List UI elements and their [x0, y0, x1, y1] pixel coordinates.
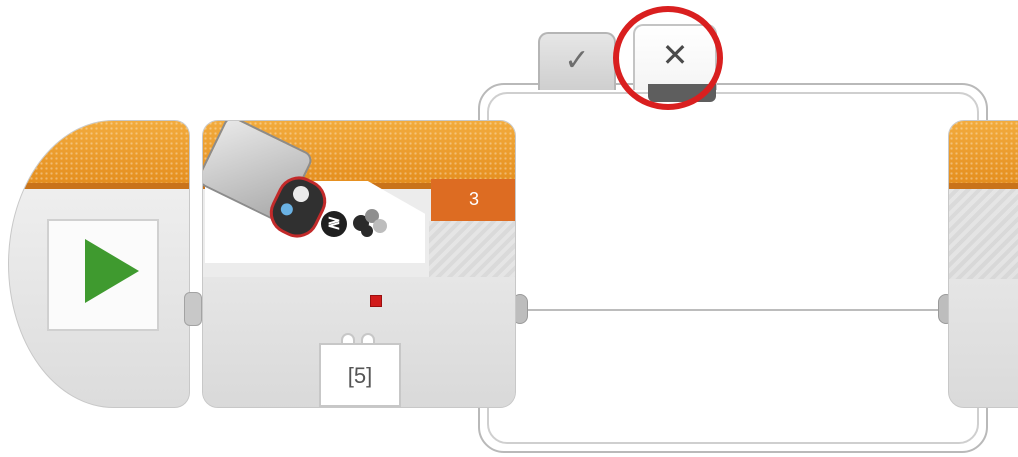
tab-true-case[interactable]: ✓: [538, 32, 616, 90]
compare-icon: ≷: [321, 211, 347, 237]
status-indicator: [370, 295, 382, 307]
sequence-plug[interactable]: [184, 292, 202, 326]
sequence-wire: [525, 309, 943, 311]
start-block[interactable]: [8, 120, 190, 408]
play-icon[interactable]: [85, 239, 139, 303]
block-header: [9, 121, 189, 189]
color-input-field[interactable]: [5]: [319, 343, 401, 407]
block-header: [949, 121, 1018, 189]
block-texture: [429, 221, 515, 277]
port-selector[interactable]: 3: [431, 179, 515, 221]
next-block[interactable]: [948, 120, 1018, 408]
color-icon: [353, 209, 389, 239]
input-value: [5]: [347, 363, 373, 388]
highlight-annotation-circle: [613, 6, 723, 110]
switch-case-area[interactable]: [487, 92, 979, 444]
checkmark-icon: ✓: [564, 44, 590, 77]
switch-sensor-block[interactable]: ≷ 3 [5]: [202, 120, 516, 408]
start-panel: [47, 219, 159, 331]
block-texture: [949, 189, 1018, 279]
